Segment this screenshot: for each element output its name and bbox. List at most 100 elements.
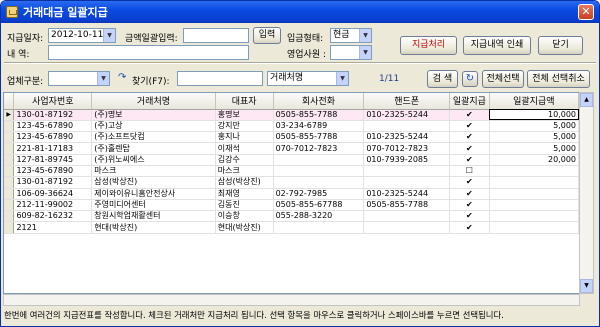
sales-staff-select[interactable]: ▼	[330, 45, 372, 60]
row-selector[interactable]	[4, 131, 15, 144]
cell-bulk-pay-checkbox[interactable]: ☐	[449, 165, 490, 178]
cell-bulk-amount[interactable]: 5,000	[489, 131, 579, 144]
vendor-table: 사업자번호 거래처명 대표자 회사전화 핸드폰 일괄지급 일괄지급액 ▶ 130-…	[4, 93, 579, 234]
refresh-icon[interactable]: ↻	[462, 71, 478, 87]
search-field-select[interactable]: 거래처명 ▼	[267, 71, 349, 86]
cell-ceo: 현대(박상진)	[215, 221, 274, 234]
cell-bulk-pay-checkbox[interactable]: ✔	[449, 188, 490, 200]
cell-bulk-pay-checkbox[interactable]: ✔	[449, 142, 490, 155]
cell-biz-no: 130-01-87192	[13, 176, 93, 189]
deselect-all-button[interactable]: 전체 선택취소	[527, 70, 590, 88]
table-row[interactable]: 212-11-99002 주영미디어센터 김동진 0505-855-67788 0505…	[4, 199, 579, 212]
process-payment-button[interactable]: 지급처리	[400, 36, 457, 55]
cell-bulk-pay-checkbox[interactable]: ✔	[449, 131, 490, 144]
cell-bulk-amount[interactable]	[489, 210, 579, 223]
col-ceo[interactable]: 대표자	[215, 93, 274, 110]
cell-biz-no: 123-45-67890	[13, 131, 93, 144]
row-selector[interactable]	[4, 188, 15, 200]
table-row[interactable]: 106-09-36624 제이와이유니홈안전상사 최재영 02-792-7985 010…	[4, 188, 579, 200]
chevron-down-icon[interactable]: ▼	[336, 72, 348, 85]
chevron-down-icon[interactable]: ▼	[103, 29, 115, 42]
chevron-down-icon[interactable]: ▼	[359, 29, 371, 42]
cell-bulk-amount[interactable]	[489, 165, 579, 178]
col-mobile[interactable]: 핸드폰	[363, 93, 451, 110]
search-button[interactable]: 검 색	[427, 70, 458, 88]
close-button[interactable]: 닫기	[538, 36, 583, 55]
row-selector[interactable]	[4, 176, 15, 189]
table-header-row: 사업자번호 거래처명 대표자 회사전화 핸드폰 일괄지급 일괄지급액	[4, 93, 579, 110]
row-selector[interactable]	[4, 142, 15, 155]
row-selector-header	[4, 93, 15, 110]
cell-vendor-name: 제이와이유니홈안전상사	[91, 188, 216, 200]
cell-bulk-amount[interactable]	[489, 176, 579, 189]
row-selector[interactable]	[4, 221, 15, 234]
cell-company-phone	[273, 221, 365, 234]
cell-mobile: 010-2325-5244	[363, 131, 451, 144]
window-title: 거래대금 일괄지급	[23, 6, 108, 19]
cell-mobile: 010-2325-5244	[363, 109, 451, 121]
select-all-button[interactable]: 전체선택	[482, 70, 524, 88]
cell-bulk-pay-checkbox[interactable]: ✔	[449, 120, 490, 133]
cell-bulk-pay-checkbox[interactable]: ✔	[449, 109, 490, 121]
table-row[interactable]: 221-81-17183 (주)홀렌탑 이재석 070-7012-7823 070-70…	[4, 142, 579, 155]
cell-bulk-pay-checkbox[interactable]: ✔	[449, 154, 490, 166]
col-bulk-amount[interactable]: 일괄지급액	[489, 93, 579, 110]
table-row[interactable]: 123-45-67890 마스크 마스크 ☐	[4, 165, 579, 178]
separator	[4, 62, 596, 64]
cell-company-phone	[273, 176, 365, 189]
input-button[interactable]: 입력	[253, 27, 281, 44]
memo-input[interactable]	[48, 45, 249, 60]
cell-mobile	[363, 221, 451, 234]
col-bulk-pay[interactable]: 일괄지급	[449, 93, 490, 110]
cell-bulk-pay-checkbox[interactable]: ✔	[449, 210, 490, 223]
cell-biz-no: 609-82-16232	[13, 210, 93, 223]
table-row[interactable]: 609-82-16232 창원시학업재활센터 이승창 055-288-3220 ✔	[4, 210, 579, 223]
cell-bulk-amount[interactable]	[489, 221, 579, 234]
app-icon	[6, 6, 18, 18]
row-selector[interactable]	[4, 199, 15, 212]
table-row[interactable]: 123-45-67890 (주)고상 강지만 03-234-6789 ✔ 5,000	[4, 120, 579, 133]
row-selector[interactable]	[4, 210, 15, 223]
cell-bulk-pay-checkbox[interactable]: ✔	[449, 176, 490, 189]
row-selector[interactable]	[4, 120, 15, 133]
cell-bulk-pay-checkbox[interactable]: ✔	[449, 199, 490, 212]
row-selector[interactable]: ▶	[4, 109, 15, 121]
col-biz-no[interactable]: 사업자번호	[13, 93, 93, 110]
cell-bulk-amount[interactable]: 5,000	[489, 120, 579, 133]
close-window-button[interactable]: ✕	[578, 4, 594, 20]
col-vendor-name[interactable]: 거래처명	[91, 93, 216, 110]
biz-type-select[interactable]: ▼	[48, 71, 110, 86]
scroll-down-icon[interactable]: ▼	[580, 279, 593, 293]
cell-company-phone: 0505-855-7788	[273, 109, 365, 121]
amount-input[interactable]	[183, 28, 249, 43]
chevron-down-icon[interactable]: ▼	[359, 46, 371, 59]
scroll-up-icon[interactable]: ▲	[580, 93, 593, 107]
cell-bulk-amount[interactable]	[489, 199, 579, 212]
table-row[interactable]: 2121 현대(박상진) 현대(박상진) ✔	[4, 221, 579, 234]
cell-bulk-pay-checkbox[interactable]: ✔	[449, 221, 490, 234]
cell-bulk-amount[interactable]: 10,000	[489, 109, 579, 121]
table-row[interactable]: 130-01-87192 삼성(박상진) 삼성(박상진) ✔	[4, 176, 579, 189]
vertical-scrollbar[interactable]: ▲ ▼	[579, 92, 594, 294]
cell-biz-no: 212-11-99002	[13, 199, 93, 212]
row-selector[interactable]	[4, 154, 15, 166]
search-input[interactable]	[177, 71, 263, 86]
table-row[interactable]: 127-81-89745 (주)위노씨에스 김강수 010-7939-2085 ✔ 20,…	[4, 154, 579, 166]
cell-vendor-name: (주)소프트닷컴	[91, 131, 216, 144]
pay-date-field[interactable]: 2012-10-11 ▼	[48, 28, 116, 43]
cell-bulk-amount[interactable]	[489, 188, 579, 200]
table-row[interactable]: ▶ 130-01-87192 (주)명보 홍명보 0505-855-7788 010-23…	[4, 109, 579, 121]
chevron-down-icon[interactable]: ▼	[97, 72, 109, 85]
page-indicator: 1/11	[379, 74, 400, 84]
cell-bulk-amount[interactable]: 5,000	[489, 142, 579, 155]
status-bar-text: 한번에 여러건의 지급전표를 작성합니다. 체크된 거래처만 지급처리 됩니다.…	[4, 310, 504, 320]
print-history-button[interactable]: 지급내역 인쇄	[463, 36, 531, 55]
col-company-phone[interactable]: 회사전화	[273, 93, 365, 110]
cell-biz-no: 221-81-17183	[13, 142, 93, 155]
cell-mobile: 0505-855-7788	[363, 199, 451, 212]
horizontal-scrollbar[interactable]	[3, 294, 580, 306]
table-row[interactable]: 123-45-67890 (주)소프트닷컴 홍지나 0505-855-7788 010-…	[4, 131, 579, 144]
deposit-type-select[interactable]: 현금 ▼	[330, 28, 372, 43]
row-selector[interactable]	[4, 165, 15, 178]
cell-bulk-amount[interactable]: 20,000	[489, 154, 579, 166]
